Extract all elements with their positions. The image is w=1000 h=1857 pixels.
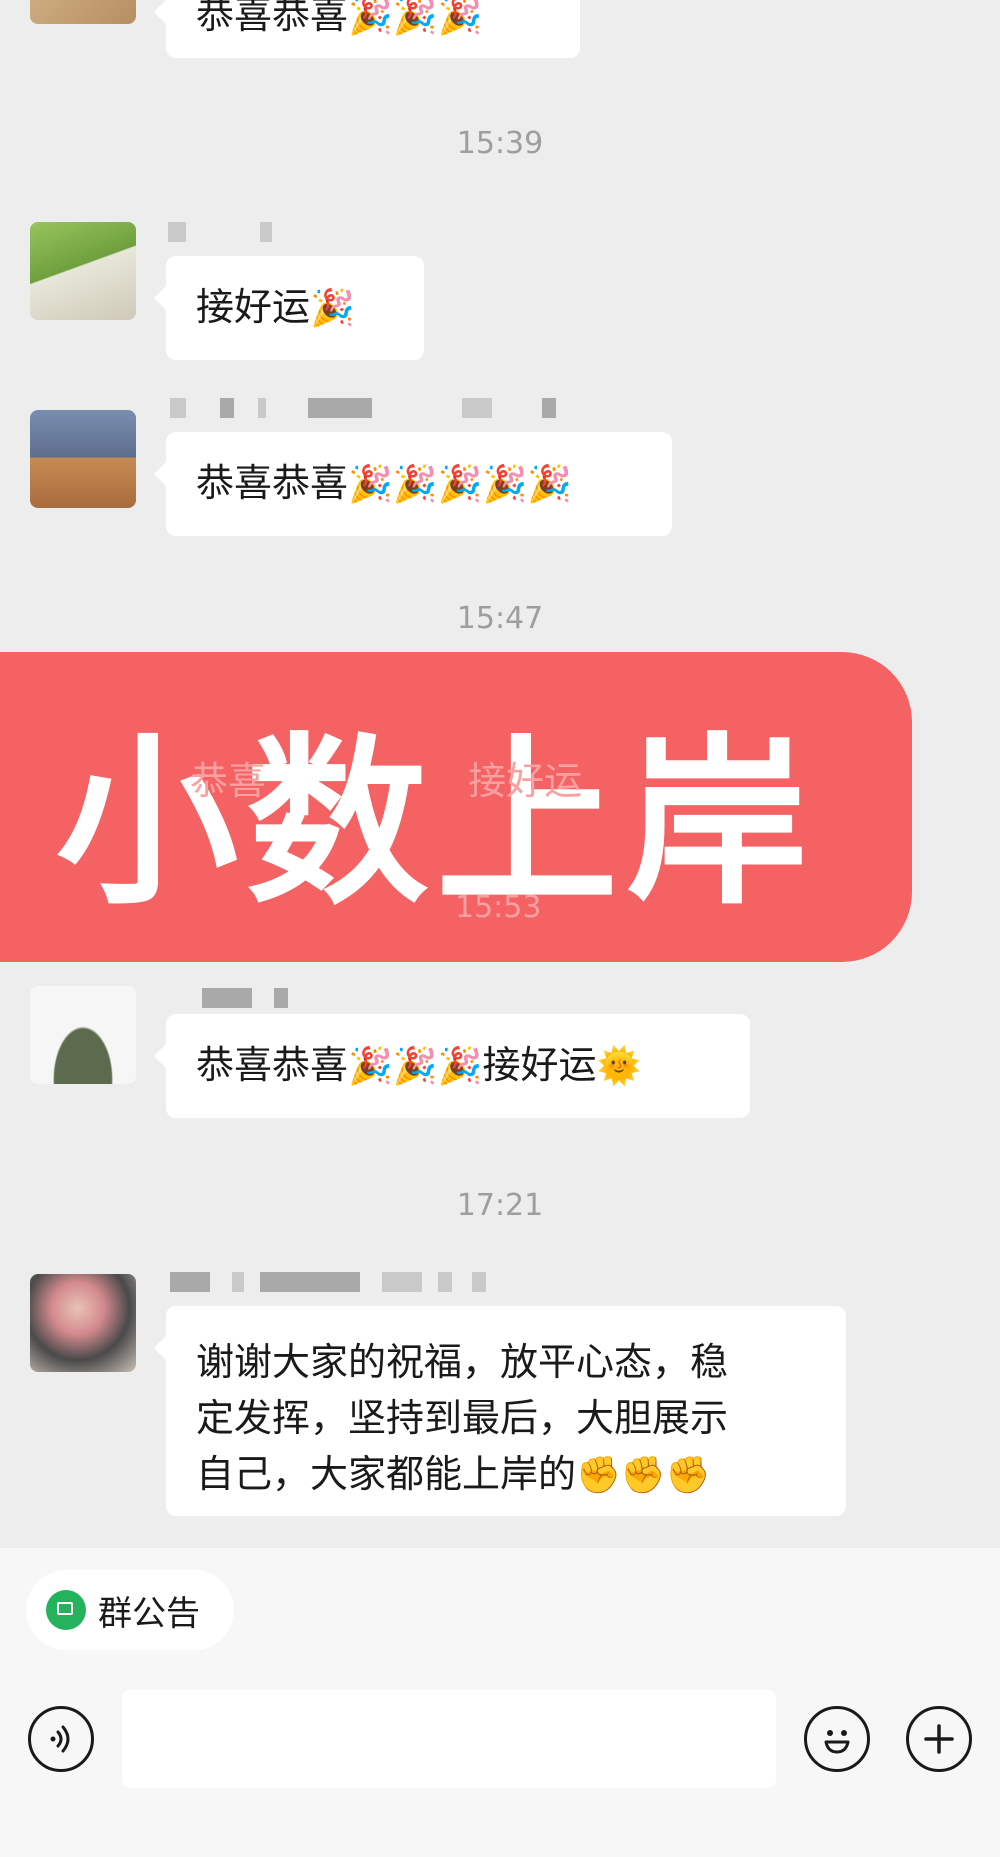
message-input[interactable] [122,1690,776,1788]
message-line: 自己，大家都能上岸的✊✊✊ [196,1452,711,1496]
voice-button[interactable] [28,1706,94,1772]
more-button[interactable] [906,1706,972,1772]
group-notice-label: 群公告 [98,1593,200,1634]
sun-icon: 🌞 [596,1046,642,1087]
overlay-ghost-timestamp: 15:53 [455,890,542,925]
group-notice-button[interactable]: 群公告 [26,1570,234,1650]
emoji-button[interactable] [804,1706,870,1772]
raised-fist-icon: ✊✊✊ [576,1455,711,1496]
message-bubble[interactable]: 接好运🎉 [154,256,424,360]
message-line: 谢谢大家的祝福，放平心态，稳 [196,1340,729,1384]
timestamp: 15:39 [456,126,544,161]
plus-icon [924,1724,954,1754]
party-popper-icon: 🎉🎉🎉 [348,1046,483,1087]
overlay-banner: 恭喜 接好运 15:53 小数上岸 [0,652,912,962]
bottom-bar: 群公告 [0,1548,1000,1857]
message-line: 定发挥，坚持到最后，大胆展示 [196,1396,729,1440]
overlay-title: 小数上岸 [56,716,816,929]
message-bubble[interactable]: 谢谢大家的祝福，放平心态，稳 定发挥，坚持到最后，大胆展示 自己，大家都能上岸的… [154,1306,846,1516]
avatar[interactable] [30,986,136,1084]
message-text: 恭喜恭喜 [196,1043,349,1087]
party-popper-icon: 🎉 [310,288,355,329]
message-text: 恭喜恭喜 [196,0,349,37]
avatar[interactable] [30,1274,136,1372]
message-bubble[interactable]: 恭喜恭喜🎉🎉🎉🎉🎉 [154,432,672,536]
emoji-icon [824,1730,850,1754]
voice-icon [50,1725,70,1753]
message-text: 接好运 [196,285,311,329]
message-bubble[interactable]: 恭喜恭喜🎉🎉🎉 [154,0,580,58]
message-text: 恭喜恭喜 [196,461,349,505]
message-text: 接好运 [482,1043,597,1087]
avatar[interactable] [30,410,136,508]
message-bubble[interactable]: 恭喜恭喜🎉🎉🎉接好运🌞 [154,1014,750,1118]
party-popper-icon: 🎉🎉🎉🎉🎉 [348,464,573,505]
notice-icon [46,1590,86,1630]
avatar[interactable] [30,0,136,24]
overlay-ghost-text: 恭喜 接好运 [190,759,583,803]
timestamp: 17:21 [456,1188,544,1223]
avatar[interactable] [30,222,136,320]
party-popper-icon: 🎉🎉🎉 [348,0,483,37]
timestamp: 15:47 [456,601,544,636]
chat-area[interactable]: 恭喜恭喜🎉🎉🎉 15:39 接好运🎉 恭喜恭喜🎉🎉🎉🎉🎉 15:47 恭喜恭喜🎉… [0,0,1000,1548]
